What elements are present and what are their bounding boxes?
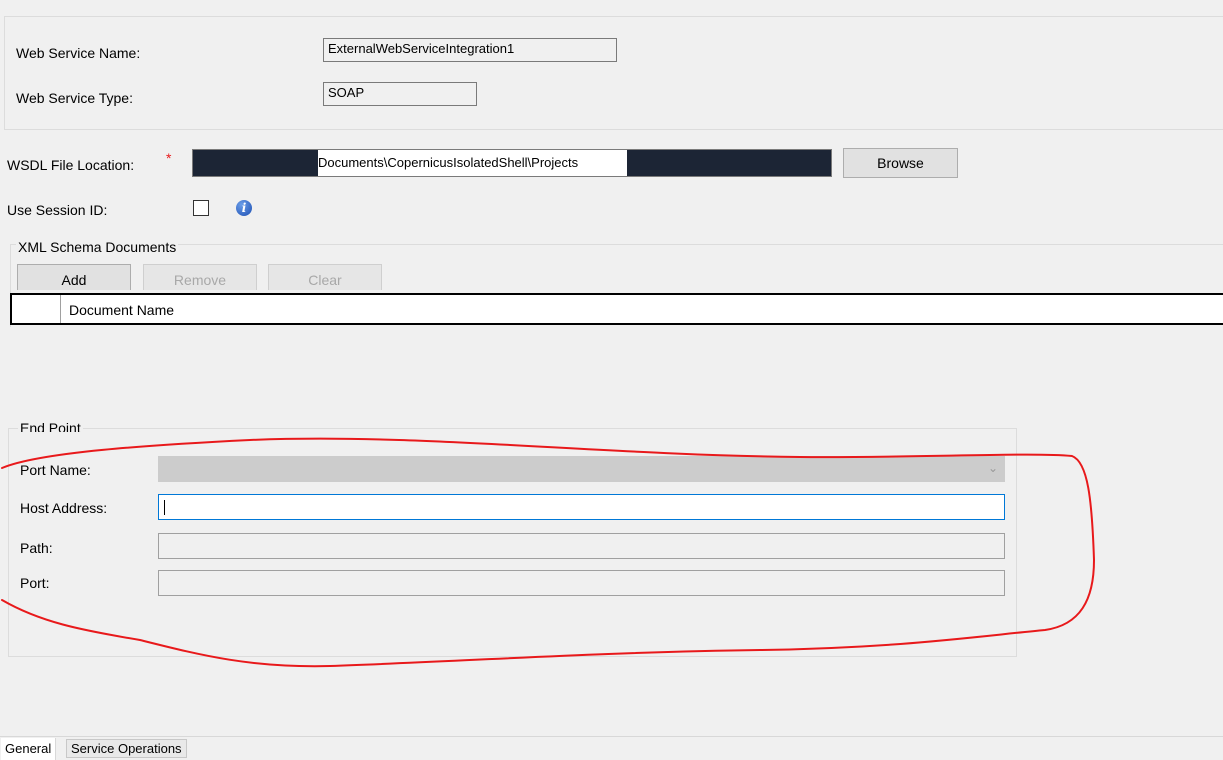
port-name-label: Port Name: (20, 462, 91, 478)
schema-documents-grid[interactable]: Document Name (10, 293, 1223, 325)
info-icon[interactable]: i (236, 200, 252, 216)
browse-button[interactable]: Browse (843, 148, 958, 178)
use-session-id-label: Use Session ID: (7, 202, 108, 218)
wsdl-file-location-label: WSDL File Location: (7, 157, 135, 173)
tab-general[interactable]: General (1, 738, 57, 760)
path-label: Path: (20, 540, 53, 556)
host-address-input[interactable] (158, 494, 1005, 520)
service-info-panel (4, 16, 1223, 130)
remove-button[interactable]: Remove (143, 264, 257, 290)
clear-button[interactable]: Clear (268, 264, 382, 290)
web-service-type-value: SOAP (323, 82, 477, 106)
web-service-name-label: Web Service Name: (16, 45, 141, 61)
use-session-id-checkbox[interactable] (193, 200, 209, 216)
tab-service-operations[interactable]: Service Operations (66, 739, 187, 758)
port-label: Port: (20, 575, 50, 591)
redacted-block-left (193, 150, 318, 176)
web-service-type-label: Web Service Type: (16, 90, 133, 106)
port-name-dropdown[interactable]: ⌄ (158, 456, 1005, 482)
port-input[interactable] (158, 570, 1005, 596)
add-button[interactable]: Add (17, 264, 131, 290)
xml-schema-documents-caption: XML Schema Documents (16, 239, 179, 255)
host-address-label: Host Address: (20, 500, 108, 516)
grid-row-header (12, 295, 61, 323)
text-caret (164, 500, 165, 515)
chevron-down-icon: ⌄ (987, 461, 998, 475)
wsdl-file-location-input[interactable]: Documents\CopernicusIsolatedShell\Projec… (192, 149, 832, 177)
wsdl-path-text: Documents\CopernicusIsolatedShell\Projec… (318, 155, 579, 170)
required-marker: * (166, 150, 172, 166)
document-name-column-header[interactable]: Document Name (69, 302, 174, 318)
web-service-name-value: ExternalWebServiceIntegration1 (323, 38, 617, 62)
path-input[interactable] (158, 533, 1005, 559)
redacted-block-right (627, 150, 831, 176)
tab-bar: General Service Operations (0, 736, 1223, 760)
end-point-caption: End Point (18, 422, 83, 432)
